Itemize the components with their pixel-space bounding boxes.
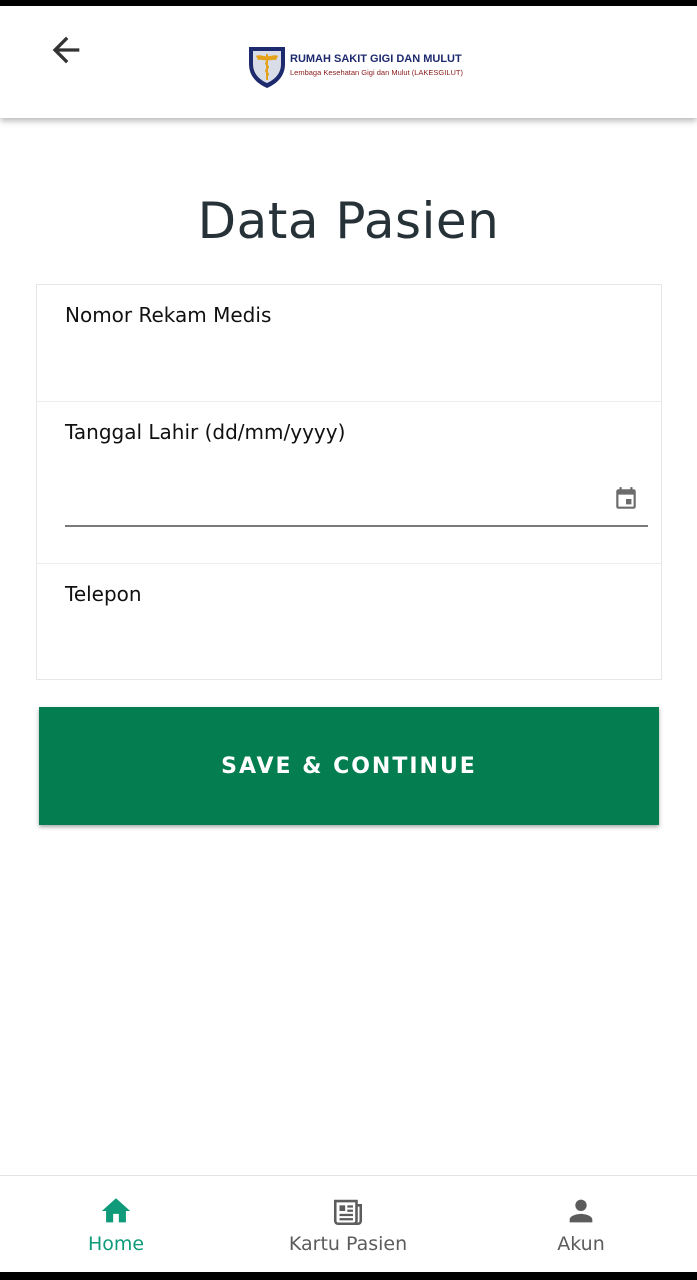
medical-record-number-label: Nomor Rekam Medis	[65, 303, 272, 327]
app-bar: RUMAH SAKIT GIGI DAN MULUT Lembaga Keseh…	[0, 6, 697, 118]
bottom-navigation: Home Kartu Pasien Akun	[0, 1175, 697, 1272]
birth-date-input[interactable]	[65, 470, 605, 514]
arrow-left-icon	[52, 36, 80, 64]
patient-form: Nomor Rekam Medis Tanggal Lahir (dd/mm/y…	[36, 284, 662, 680]
nav-label-kartu-pasien: Kartu Pasien	[288, 1233, 408, 1255]
hospital-logo: RUMAH SAKIT GIGI DAN MULUT Lembaga Keseh…	[246, 44, 463, 94]
phone-label: Telepon	[65, 582, 142, 606]
nav-label-akun: Akun	[557, 1233, 605, 1255]
person-icon	[569, 1199, 593, 1223]
medical-record-number-input[interactable]	[65, 341, 635, 381]
shield-logo-icon	[249, 47, 285, 88]
phone-field: Telepon	[37, 564, 661, 681]
nav-item-kartu-pasien[interactable]: Kartu Pasien	[232, 1176, 464, 1272]
nav-item-home[interactable]: Home	[0, 1176, 232, 1272]
page-title: Data Pasien	[197, 192, 500, 250]
save-continue-button[interactable]: SAVE & CONTINUE	[39, 707, 659, 825]
logo-subtitle: Lembaga Kesehatan Gigi dan Mulut (LAKESG…	[290, 68, 464, 77]
back-button[interactable]	[46, 30, 86, 70]
calendar-button[interactable]	[613, 486, 639, 512]
logo-title: RUMAH SAKIT GIGI DAN MULUT	[290, 53, 462, 65]
medical-record-number-field: Nomor Rekam Medis	[37, 285, 661, 402]
nav-label-home: Home	[87, 1233, 145, 1255]
birth-date-underline	[65, 525, 648, 527]
birth-date-label: Tanggal Lahir (dd/mm/yyyy)	[65, 420, 346, 444]
calendar-icon	[616, 487, 636, 509]
birth-date-field: Tanggal Lahir (dd/mm/yyyy)	[37, 402, 661, 564]
newspaper-icon	[333, 1199, 363, 1226]
app-screen: RUMAH SAKIT GIGI DAN MULUT Lembaga Keseh…	[0, 6, 697, 1272]
home-icon	[101, 1198, 131, 1223]
phone-input[interactable]	[65, 620, 635, 660]
nav-item-akun[interactable]: Akun	[465, 1176, 697, 1272]
